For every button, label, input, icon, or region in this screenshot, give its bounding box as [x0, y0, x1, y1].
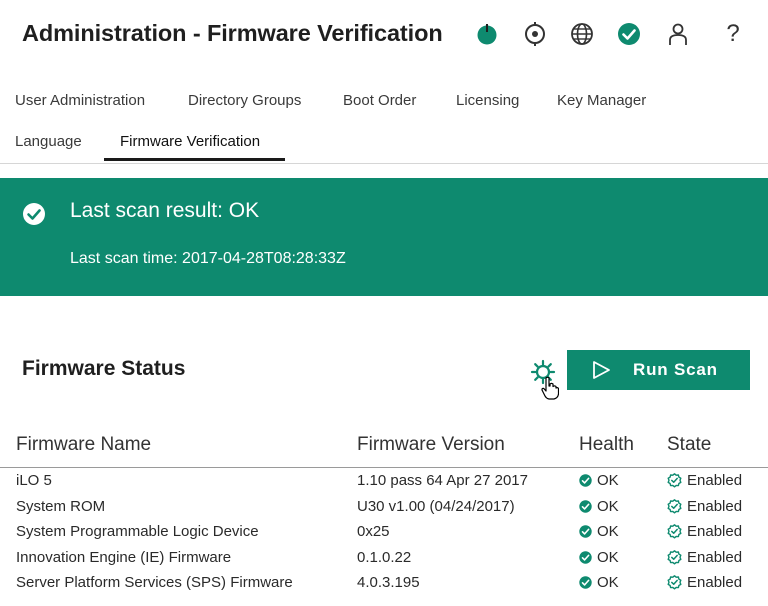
- tab-directory-groups[interactable]: Directory Groups: [188, 92, 301, 109]
- firmware-name-cell: iLO 5: [16, 472, 52, 489]
- state-value: Enabled: [687, 574, 743, 591]
- health-cell: OK: [579, 523, 619, 540]
- health-cell: OK: [579, 498, 619, 515]
- firmware-name-cell: Server Platform Services (SPS) Firmware: [16, 574, 293, 591]
- tab-language[interactable]: Language: [15, 133, 82, 150]
- health-value: OK: [597, 548, 619, 566]
- state-value: Enabled: [687, 523, 743, 540]
- tab-licensing[interactable]: Licensing: [456, 92, 519, 109]
- enabled-badge-icon: [667, 524, 682, 539]
- last-scan-time: Last scan time: 2017-04-28T08:28:33Z: [70, 250, 346, 267]
- active-tab-indicator: [104, 158, 285, 161]
- state-value: Enabled: [687, 497, 743, 515]
- page-header: Administration - Firmware Verification ?: [0, 0, 768, 70]
- help-icon[interactable]: ?: [719, 20, 747, 48]
- table-row: System Programmable Logic Device 0x25 OK…: [0, 519, 768, 544]
- column-header-firmware-name: Firmware Name: [16, 434, 152, 455]
- state-cell: Enabled: [667, 574, 742, 591]
- globe-icon[interactable]: [568, 20, 596, 48]
- column-header-health: Health: [579, 434, 634, 455]
- table-row: Innovation Engine (IE) Firmware 0.1.0.22…: [0, 545, 768, 570]
- health-value: OK: [597, 574, 619, 591]
- health-cell: OK: [579, 472, 619, 489]
- firmware-name-cell: System ROM: [16, 497, 106, 515]
- state-cell: Enabled: [667, 498, 742, 515]
- scan-result-banner: [0, 178, 768, 296]
- health-value: OK: [597, 497, 619, 515]
- column-header-state: State: [667, 434, 712, 455]
- firmware-version-cell: U30 v1.00 (04/24/2017): [357, 497, 515, 515]
- location-icon[interactable]: [521, 20, 549, 48]
- health-ok-icon: [579, 499, 592, 513]
- health-cell: OK: [579, 549, 619, 566]
- last-scan-result: Last scan result: OK: [70, 199, 260, 222]
- state-value: Enabled: [687, 548, 743, 566]
- firmware-version-cell: 0.1.0.22: [357, 548, 412, 566]
- tab-boot-order[interactable]: Boot Order: [343, 92, 416, 109]
- tab-key-manager[interactable]: Key Manager: [557, 92, 646, 109]
- state-value: Enabled: [687, 472, 743, 489]
- page-title: Administration - Firmware Verification: [22, 20, 443, 46]
- run-scan-button[interactable]: Run Scan: [567, 350, 750, 390]
- health-ok-icon: [579, 550, 592, 564]
- state-cell: Enabled: [667, 549, 742, 566]
- firmware-version-cell: 1.10 pass 64 Apr 27 2017: [357, 472, 528, 489]
- firmware-name-cell: Innovation Engine (IE) Firmware: [16, 548, 232, 566]
- user-icon[interactable]: [664, 20, 692, 48]
- health-cell: OK: [579, 574, 619, 591]
- health-value: OK: [597, 523, 619, 540]
- state-cell: Enabled: [667, 523, 742, 540]
- health-ok-icon[interactable]: [615, 20, 643, 48]
- firmware-version-cell: 0x25: [357, 523, 390, 540]
- tab-user-administration[interactable]: User Administration: [15, 92, 145, 109]
- enabled-badge-icon: [667, 498, 682, 513]
- column-header-firmware-version: Firmware Version: [357, 434, 505, 455]
- firmware-name-cell: System Programmable Logic Device: [16, 523, 259, 540]
- table-row: Server Platform Services (SPS) Firmware …: [0, 570, 768, 595]
- enabled-badge-icon: [667, 473, 682, 488]
- health-ok-icon: [579, 525, 592, 538]
- firmware-version-cell: 4.0.3.195: [357, 574, 420, 591]
- table-row: System ROM U30 v1.00 (04/24/2017) OK Ena…: [0, 494, 768, 519]
- firmware-status-title: Firmware Status: [22, 357, 186, 380]
- enabled-badge-icon: [667, 549, 682, 564]
- power-icon[interactable]: [473, 20, 501, 48]
- table-row: iLO 5 1.10 pass 64 Apr 27 2017 OK Enable…: [0, 468, 768, 493]
- run-scan-label: Run Scan: [633, 360, 718, 379]
- play-icon: [591, 360, 611, 380]
- admin-tabs: User Administration Directory Groups Boo…: [0, 78, 768, 164]
- state-cell: Enabled: [667, 472, 742, 489]
- health-ok-icon: [579, 474, 592, 487]
- check-circle-icon: [22, 202, 46, 226]
- settings-gear-icon[interactable]: [530, 359, 556, 385]
- health-value: OK: [597, 472, 619, 489]
- enabled-badge-icon: [667, 575, 682, 590]
- health-ok-icon: [579, 576, 592, 589]
- tab-firmware-verification[interactable]: Firmware Verification: [120, 133, 260, 150]
